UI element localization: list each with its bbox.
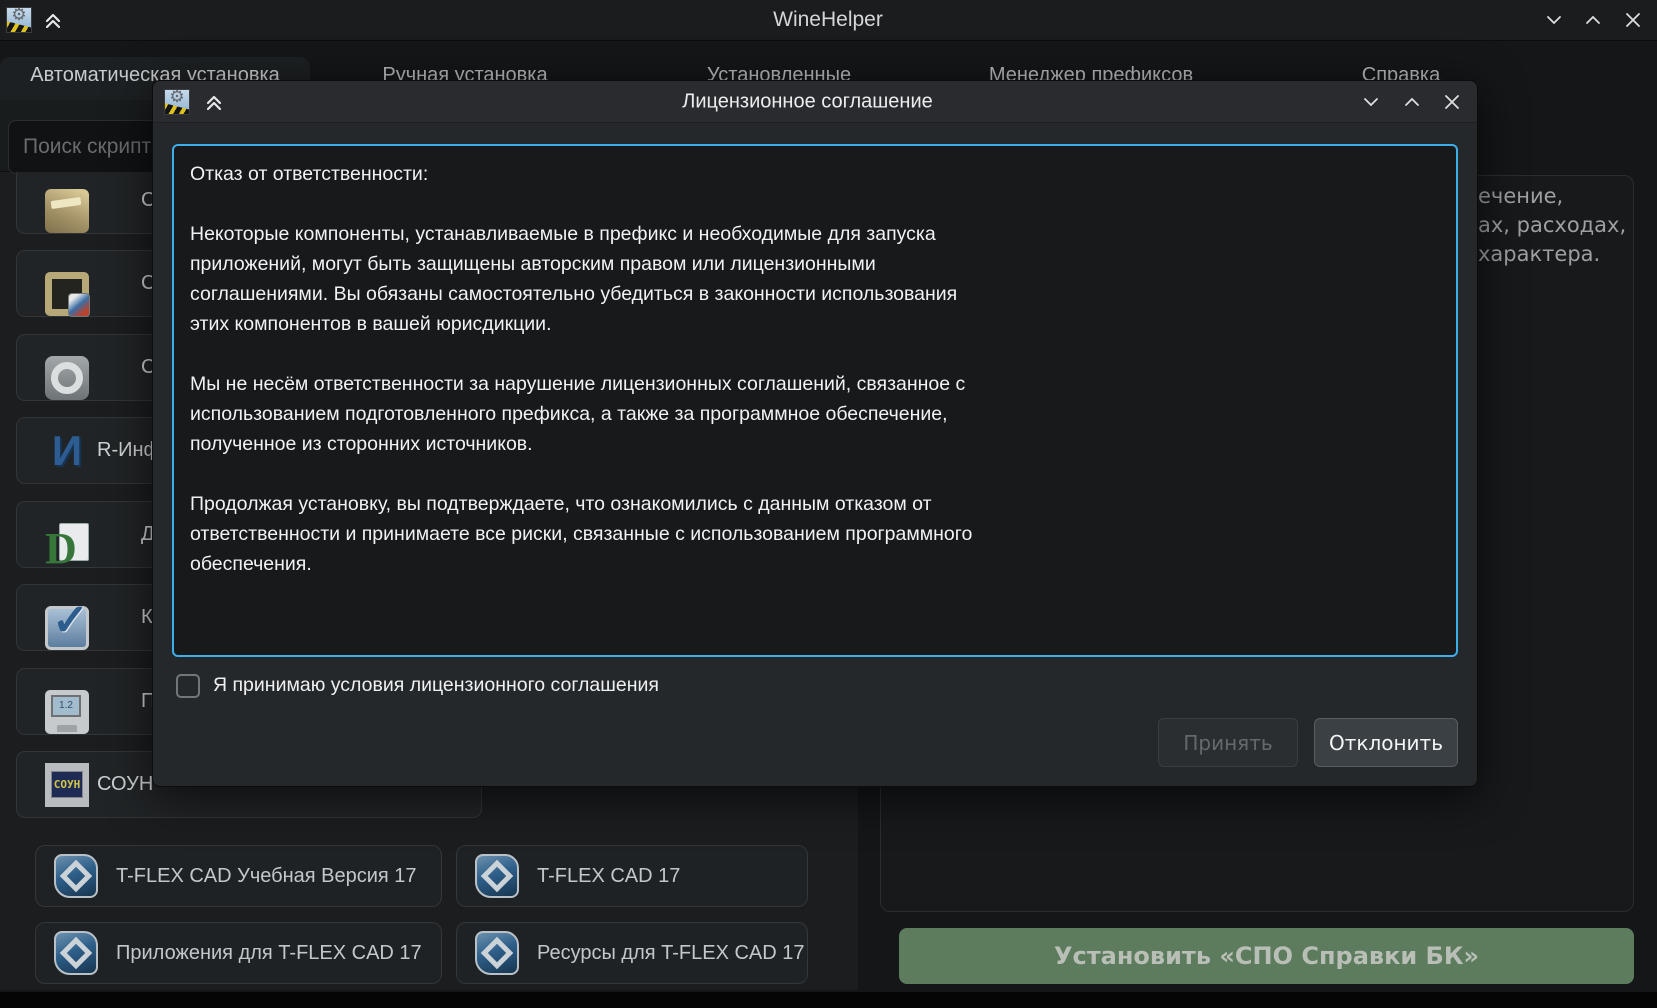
decline-button[interactable]: Отклонить [1314, 718, 1458, 767]
bottom-strip [0, 992, 1657, 1008]
dialog-close-button[interactable] [1437, 87, 1467, 117]
soun-badge-icon: СОУН [45, 763, 89, 807]
license-dialog: Лицензионное соглашение Отказ от ответст… [152, 80, 1478, 787]
minimize-button[interactable] [1539, 5, 1569, 35]
dialog-minimize-button[interactable] [1356, 87, 1386, 117]
tflex-logo-icon [475, 854, 519, 898]
close-button[interactable] [1618, 5, 1648, 35]
dialog-title: Лицензионное соглашение [682, 90, 933, 113]
tflex-cad-edu-button[interactable]: T-FLEX CAD Учебная Версия 17 [35, 845, 442, 907]
accept-license-checkbox[interactable] [176, 674, 200, 698]
tflex-apps-button[interactable]: Приложения для T-FLEX CAD 17 [35, 922, 442, 984]
window-titlebar: WineHelper [0, 0, 1657, 41]
app-icon [164, 89, 190, 115]
collapse-window-icon[interactable] [42, 9, 64, 36]
monitor-icon [45, 690, 89, 734]
accept-license-label: Я принимаю условия лицензионного соглаше… [213, 674, 659, 697]
tflex-logo-icon [54, 931, 98, 975]
screen: WineHelper Автоматическая установка Ручн… [0, 0, 1657, 1008]
tflex-logo-icon [475, 931, 519, 975]
chevron-up-icon [1401, 91, 1423, 113]
close-icon [1622, 9, 1644, 31]
tflex-logo-icon [54, 854, 98, 898]
frame-document-icon [45, 272, 89, 316]
description-text: ечение, ах, расходах, характера. [1478, 182, 1648, 269]
license-text-area[interactable]: Отказ от ответственности: Некоторые комп… [172, 144, 1458, 657]
accept-button[interactable]: Принять [1158, 718, 1298, 767]
tflex-resources-button[interactable]: Ресурсы для T-FLEX CAD 17 [456, 922, 808, 984]
chevron-down-icon [1360, 91, 1382, 113]
tflex-cad-button[interactable]: T-FLEX CAD 17 [456, 845, 808, 907]
chevron-up-icon [1582, 9, 1604, 31]
license-text: Отказ от ответственности: Некоторые комп… [174, 146, 1456, 592]
chevron-down-icon [1543, 9, 1565, 31]
collapse-window-icon[interactable] [203, 91, 225, 118]
green-d-document-icon [45, 523, 89, 567]
maximize-button[interactable] [1578, 5, 1608, 35]
dialog-maximize-button[interactable] [1397, 87, 1427, 117]
folder-beige-icon [45, 189, 89, 233]
window-title: WineHelper [773, 8, 883, 32]
dialog-titlebar: Лицензионное соглашение [153, 81, 1477, 123]
app-icon [6, 7, 32, 33]
install-spo-button[interactable]: Установить «СПО Справки БК» [899, 928, 1634, 984]
ring-icon [45, 356, 89, 400]
letter-i-icon: И [45, 429, 89, 473]
close-icon [1441, 91, 1463, 113]
monitor-check-icon [45, 606, 89, 650]
